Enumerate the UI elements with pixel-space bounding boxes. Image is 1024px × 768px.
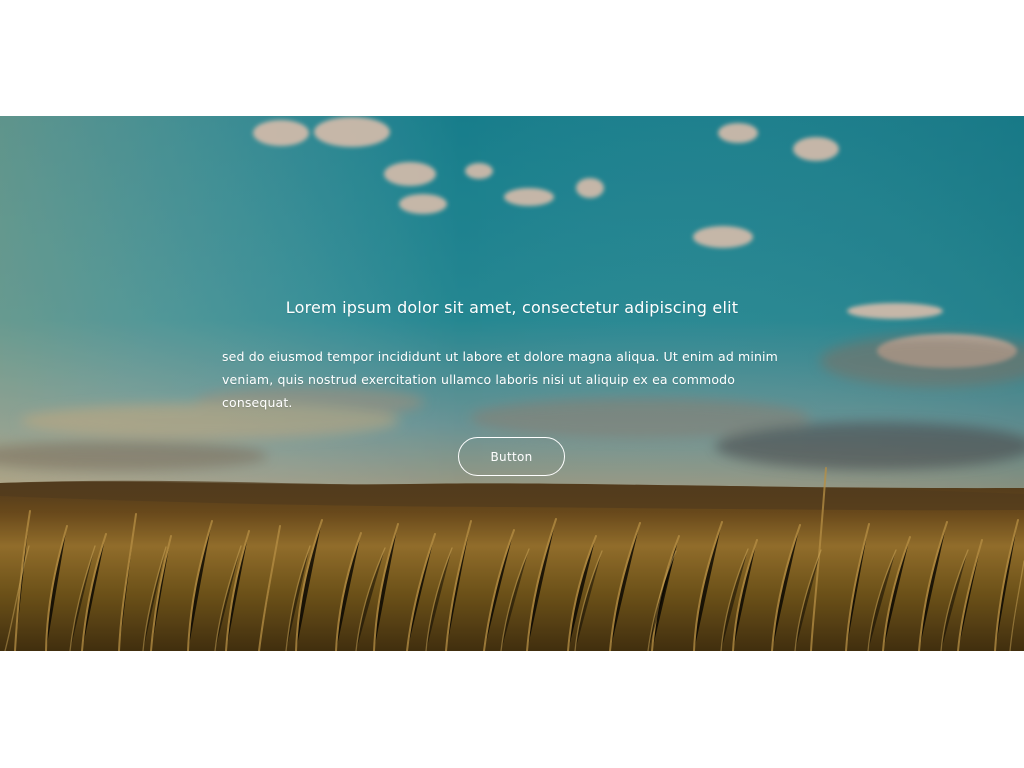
hero-title: Lorem ipsum dolor sit amet, consectetur … bbox=[285, 298, 739, 317]
hero-description: sed do eiusmod tempor incididunt ut labo… bbox=[222, 349, 778, 410]
page: Lorem ipsum dolor sit amet, consectetur … bbox=[0, 0, 1024, 768]
hero-content: Lorem ipsum dolor sit amet, consectetur … bbox=[0, 116, 1024, 651]
hero-button[interactable]: Button bbox=[458, 437, 565, 476]
hero-section: Lorem ipsum dolor sit amet, consectetur … bbox=[0, 116, 1024, 651]
